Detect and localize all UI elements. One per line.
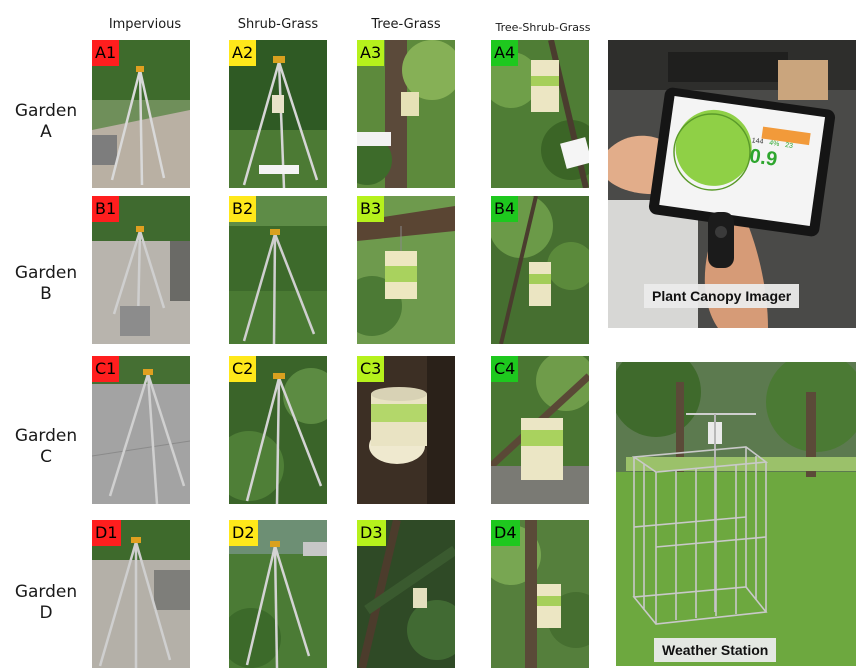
photo-b2: B2 — [229, 196, 327, 344]
column-header-tree-shrub-grass: Tree-Shrub-Grass — [495, 21, 591, 34]
tag-d1: D1 — [92, 520, 121, 546]
photo-d4: D4 — [491, 520, 589, 668]
readout-value-2: 4% — [768, 139, 780, 149]
row-label-garden-b: Garden B — [4, 263, 88, 305]
plant-canopy-imager-photo: 144 4% 23 0.9 Plant Canopy Imager — [608, 40, 856, 328]
row-label-line2: C — [40, 447, 52, 467]
caption-plant-canopy-imager: Plant Canopy Imager — [644, 284, 800, 308]
weather-station-photo: Weather Station — [616, 362, 856, 666]
tag-c1: C1 — [92, 356, 120, 382]
tag-c4: C4 — [491, 356, 519, 382]
row-label-line2: A — [40, 122, 52, 142]
row-label-garden-c: Garden C — [4, 426, 88, 468]
tag-d2: D2 — [229, 520, 258, 546]
column-header-tree-grass: Tree-Grass — [371, 17, 441, 32]
tag-a4: A4 — [491, 40, 519, 66]
photo-d2: D2 — [229, 520, 327, 668]
tag-b3: B3 — [357, 196, 385, 222]
device-readout: 144 4% 23 0.9 — [748, 137, 793, 171]
photo-c2: C2 — [229, 356, 327, 504]
row-label-line2: B — [40, 284, 52, 304]
photo-a1: A1 — [92, 40, 190, 188]
row-label-line1: Garden — [14, 426, 78, 446]
tag-c2: C2 — [229, 356, 257, 382]
tag-c3: C3 — [357, 356, 385, 382]
tag-b4: B4 — [491, 196, 519, 222]
tag-d4: D4 — [491, 520, 520, 546]
tag-a1: A1 — [92, 40, 120, 66]
photo-d1: D1 — [92, 520, 190, 668]
photo-a4: A4 — [491, 40, 589, 188]
photo-a2: A2 — [229, 40, 327, 188]
photo-b1: B1 — [92, 196, 190, 344]
photo-c1: C1 — [92, 356, 190, 504]
row-label-line1: Garden — [14, 582, 78, 602]
tag-a3: A3 — [357, 40, 385, 66]
photo-b4: B4 — [491, 196, 589, 344]
caption-weather-station: Weather Station — [654, 638, 777, 662]
row-label-garden-d: Garden D — [4, 582, 88, 624]
tag-d3: D3 — [357, 520, 386, 546]
row-label-garden-a: Garden A — [4, 101, 88, 143]
tag-a2: A2 — [229, 40, 257, 66]
photo-b3: B3 — [357, 196, 455, 344]
tag-b2: B2 — [229, 196, 257, 222]
row-label-line1: Garden — [14, 101, 78, 121]
tag-b1: B1 — [92, 196, 120, 222]
photo-d3: D3 — [357, 520, 455, 668]
row-label-line2: D — [39, 603, 53, 623]
photo-c3: C3 — [357, 356, 455, 504]
readout-big-value: 0.9 — [748, 145, 779, 171]
row-label-line1: Garden — [14, 263, 78, 283]
column-header-impervious: Impervious — [108, 17, 182, 32]
column-header-shrub-grass: Shrub-Grass — [237, 17, 319, 32]
photo-c4: C4 — [491, 356, 589, 504]
readout-value-3: 23 — [784, 141, 794, 150]
photo-a3: A3 — [357, 40, 455, 188]
